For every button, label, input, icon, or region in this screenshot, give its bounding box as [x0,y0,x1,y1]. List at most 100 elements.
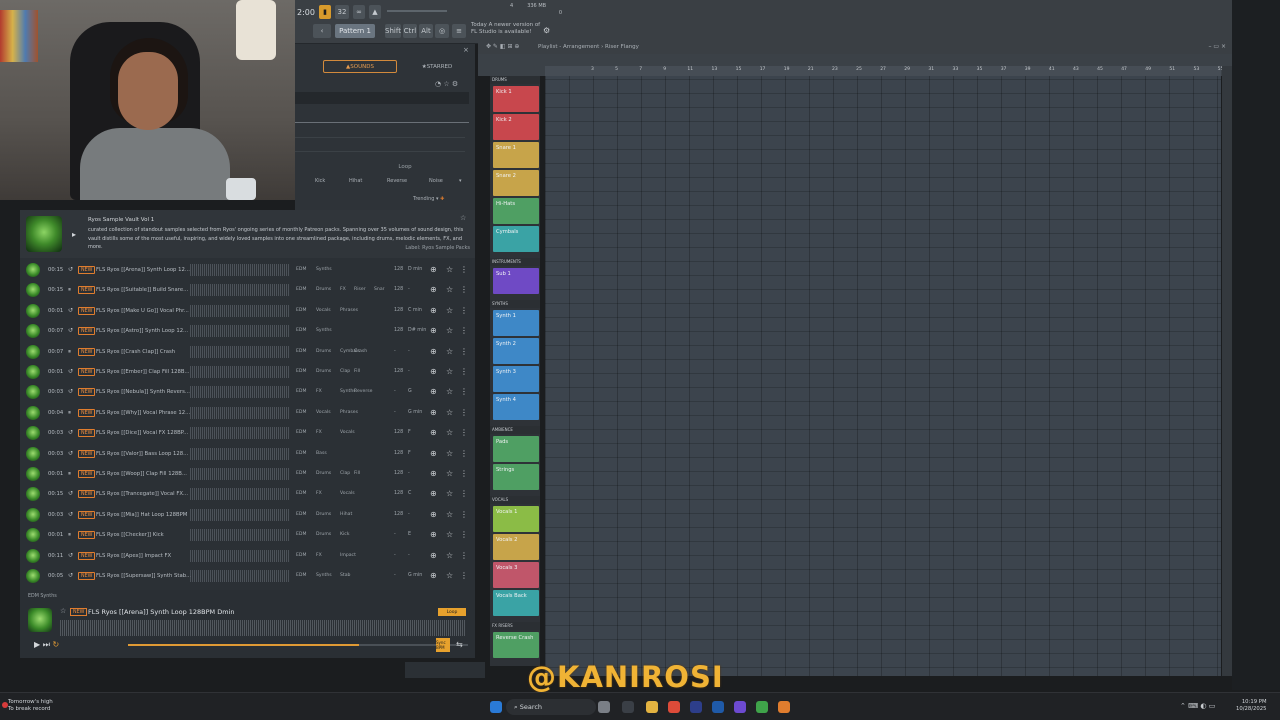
download-icon[interactable]: ⊕ [430,469,437,478]
more-icon[interactable]: ⋮ [460,551,468,560]
sample-tag[interactable]: EDM [296,369,306,374]
update-hint[interactable]: Today A newer version of FL Studio is av… [471,22,540,36]
loop-filter[interactable]: Loop [295,164,475,170]
sample-row[interactable]: 00:15 ⏸ NEW FLS Ryos [[Suitable]] Build Sna… [20,280,475,300]
star-icon[interactable]: ☆ [446,387,453,396]
preview-icon[interactable]: ↺ [68,572,73,579]
search-field[interactable] [295,92,469,104]
more-icon[interactable]: ⋮ [460,510,468,519]
sample-tag[interactable]: EDM [296,512,306,517]
sample-tag[interactable]: Hihat [340,512,352,517]
sample-tag[interactable]: EDM [296,430,306,435]
sample-tag[interactable]: Reverse [354,389,372,394]
sample-tag[interactable]: Fill [354,369,360,374]
star-icon[interactable]: ☆ [446,489,453,498]
sample-row[interactable]: 00:03 ↺ NEW FLS Ryos [[Nebula]] Synth Rever… [20,382,475,402]
sample-tag[interactable]: EDM [296,573,306,578]
star-icon[interactable]: ☆ [446,449,453,458]
star-icon[interactable]: ☆ [460,214,466,222]
more-icon[interactable]: ⋮ [460,530,468,539]
alt-button[interactable]: Alt [419,24,433,38]
pattern-arrow-button[interactable]: ‹ [313,24,331,38]
menu-icon[interactable]: ≡ [452,24,466,38]
pattern-selector[interactable]: Pattern 1 [335,24,375,38]
premiere-icon[interactable] [690,701,702,713]
preview-icon[interactable]: ↺ [68,552,73,559]
chip-kick[interactable]: Kick [315,178,325,184]
more-icon[interactable]: ⋮ [460,285,468,294]
pack-artwork[interactable] [26,216,62,252]
preview-icon[interactable]: ↺ [68,266,73,273]
download-icon[interactable]: ⊕ [430,265,437,274]
channel-button[interactable]: Synth 2 [493,338,539,364]
channel-button[interactable]: Reverse Crash [493,632,539,658]
sample-tag[interactable]: FX [316,553,322,558]
shift-button[interactable]: Shift [385,24,401,38]
more-icon[interactable]: ⋮ [460,265,468,274]
chrome-icon[interactable] [668,701,680,713]
sample-row[interactable]: 00:03 ↺ NEW FLS Ryos [[Valor]] Bass Loop 12… [20,444,475,464]
master-volume-slider[interactable] [387,10,447,12]
sample-waveform[interactable] [190,488,290,501]
loop-record-button[interactable]: ∞ [353,5,365,19]
channel-button[interactable]: Snare 1 [493,142,539,168]
timeline-ruler[interactable]: 3 5 7 9 11 13 15 17 19 21 23 25 27 29 31 33 35 37 39 41 43 45… [545,66,1223,76]
playlist-tool-icons[interactable]: ✥ ✎ ◧ ⊞ ⊕ [486,43,519,50]
step-button[interactable]: 32 [335,5,349,19]
download-icon[interactable]: ⊕ [430,367,437,376]
sample-waveform[interactable] [190,549,290,562]
preview-icon[interactable]: ↺ [68,490,73,497]
sample-row[interactable]: 00:15 ↺ NEW FLS Ryos [[Arena]] Synth Loop 1… [20,260,475,280]
sample-tag[interactable]: Vocals [316,410,331,415]
download-icon[interactable]: ⊕ [430,326,437,335]
star-icon[interactable]: ☆ [446,408,453,417]
tab-sounds[interactable]: ▲ SOUNDS [323,60,397,73]
close-icon[interactable]: × [463,46,469,54]
download-icon[interactable]: ⊕ [430,449,437,458]
download-icon[interactable]: ⊕ [430,551,437,560]
sample-waveform[interactable] [190,427,290,440]
channel-button[interactable]: Cymbals [493,226,539,252]
sample-tag[interactable]: Impact [340,553,356,558]
loop-badge[interactable]: Loop [438,608,466,616]
sample-tag[interactable]: EDM [296,471,306,476]
preview-icon[interactable]: ↺ [68,368,73,375]
sample-tag[interactable]: Clap [340,471,350,476]
channel-button[interactable]: Synth 1 [493,310,539,336]
sync-bpm-button[interactable]: Sync BPM [436,638,450,652]
chevron-down-icon[interactable]: ▾ [459,178,462,184]
window-controls[interactable]: – ▭ × [1208,43,1226,50]
clock[interactable]: 10:19 PM 10/28/2025 [1236,699,1267,713]
download-icon[interactable]: ⊕ [430,530,437,539]
chip-noise[interactable]: Noise [429,178,443,184]
download-icon[interactable]: ⊕ [430,408,437,417]
sample-waveform[interactable] [190,529,290,542]
star-icon[interactable]: ☆ [60,607,66,615]
sample-waveform[interactable] [190,264,290,276]
channel-button[interactable]: Vocals 2 [493,534,539,560]
sample-tag[interactable]: Drums [316,512,331,517]
star-icon[interactable]: ☆ [446,347,453,356]
sample-tag[interactable]: Vocals [340,491,355,496]
sample-tag[interactable]: Vocals [316,308,331,313]
sample-row[interactable]: 00:03 ↺ NEW FLS Ryos [[Mia]] Hat Loop 128BP… [20,505,475,525]
sample-tag[interactable]: EDM [296,553,306,558]
star-icon[interactable]: ☆ [446,367,453,376]
channel-button[interactable]: Vocals 3 [493,562,539,588]
star-icon[interactable]: ☆ [446,571,453,580]
rack-section-header[interactable]: FX RISERS [490,622,540,630]
sample-tag[interactable]: Synths [316,267,332,272]
pattern-mode-button[interactable]: ▮ [319,5,331,19]
preview-icon[interactable]: ↺ [68,511,73,518]
more-icon[interactable]: ⋮ [460,306,468,315]
ctrl-button[interactable]: Ctrl [403,24,417,38]
download-icon[interactable]: ⊕ [430,510,437,519]
channel-button[interactable]: Vocals Back [493,590,539,616]
tab-starred[interactable]: ★ STARRED [407,60,467,73]
transport-controls[interactable]: ▶ ⏭ ↻ [34,640,59,650]
photoshop-icon[interactable] [712,701,724,713]
more-icon[interactable]: ⋮ [460,326,468,335]
sample-row[interactable]: 00:04 ⏸ NEW FLS Ryos [[Why]] Vocal Phrase 1… [20,403,475,423]
sample-tag[interactable]: EDM [296,451,306,456]
sample-waveform[interactable] [190,284,290,297]
